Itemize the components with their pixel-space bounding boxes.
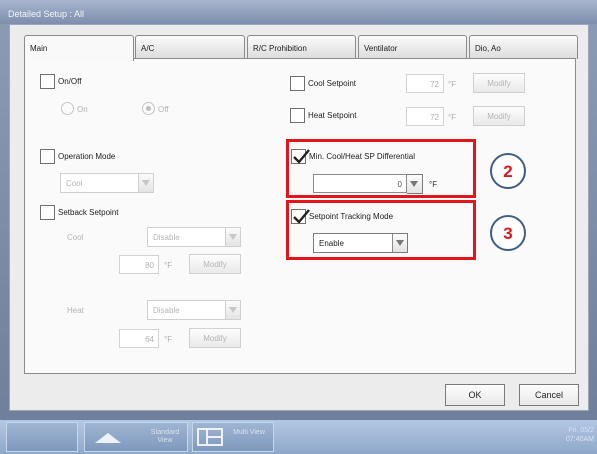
operation-mode-dropdown[interactable]: Cool [60, 173, 154, 193]
chevron-down-icon [138, 174, 153, 192]
cool-setpoint-modify-button[interactable]: Modify [473, 73, 525, 93]
chevron-down-icon [225, 301, 240, 319]
operation-mode-checkbox[interactable] [40, 149, 55, 164]
onoff-label: On/Off [58, 77, 82, 86]
window-title: Detailed Setup : All [0, 0, 597, 24]
setback-heat-unit: °F [164, 335, 173, 344]
radio-off[interactable] [142, 102, 155, 115]
radio-off-label: Off [158, 105, 169, 114]
highlight-box-2 [286, 139, 476, 198]
taskbar: Standard View Multi View Fri. 05/2 07:40… [0, 420, 597, 454]
setback-label: Setback Setpoint [58, 208, 119, 217]
setback-cool-unit: °F [164, 261, 173, 270]
onoff-checkbox[interactable] [40, 74, 55, 89]
tab-ac[interactable]: A/C [135, 35, 245, 59]
operation-mode-value: Cool [66, 179, 83, 188]
cool-setpoint-field[interactable]: 72 [406, 74, 444, 93]
setback-cool-modify-button[interactable]: Modify [189, 254, 241, 274]
cool-setpoint-label: Cool Setpoint [308, 79, 357, 88]
heat-setpoint-checkbox[interactable] [290, 108, 305, 123]
setback-checkbox[interactable] [40, 205, 55, 220]
operation-mode-label: Operation Mode [58, 152, 116, 161]
callout-marker-3: 3 [490, 215, 526, 251]
standard-view-label: Standard View [150, 429, 180, 444]
setback-heat-dropdown[interactable]: Disable [147, 300, 241, 320]
highlight-box-3 [286, 200, 476, 260]
setback-heat-modify-button[interactable]: Modify [189, 328, 241, 348]
cancel-button[interactable]: Cancel [519, 384, 579, 406]
heat-setpoint-label: Heat Setpoint [308, 111, 357, 120]
taskbar-date: Fri. 05/2 [568, 427, 594, 434]
ok-button[interactable]: OK [445, 384, 505, 406]
standard-view-button[interactable]: Standard View [84, 422, 188, 452]
callout-marker-2: 2 [490, 153, 526, 189]
cool-setpoint-checkbox[interactable] [290, 76, 305, 91]
heat-setpoint-field[interactable]: 72 [406, 107, 444, 126]
cool-setpoint-unit: °F [448, 80, 457, 89]
heat-setpoint-modify-button[interactable]: Modify [473, 106, 525, 126]
radio-on-label: On [77, 105, 88, 114]
main-tab-content: On/Off On Off Operation Mode Cool Setbac… [24, 58, 576, 374]
window-frame: Detailed Setup : All Main A/C R/C Prohib… [0, 0, 597, 420]
setback-cool-label: Cool [67, 233, 84, 242]
multi-view-icon [197, 428, 223, 446]
setback-heat-dropdown-value: Disable [153, 306, 180, 315]
setback-heat-field[interactable]: 64 [119, 329, 159, 348]
setback-cool-dropdown[interactable]: Disable [147, 227, 241, 247]
tab-main[interactable]: Main [24, 35, 134, 61]
multi-view-button[interactable]: Multi View [192, 422, 274, 452]
tab-dio-ao[interactable]: Dio, Ao [469, 35, 578, 59]
setback-cool-dropdown-value: Disable [153, 233, 180, 242]
heat-setpoint-unit: °F [448, 113, 457, 122]
tab-rc-prohibition[interactable]: R/C Prohibition [247, 35, 356, 59]
setback-heat-label: Heat [67, 306, 84, 315]
home-button[interactable] [6, 422, 78, 452]
standard-view-icon [95, 433, 121, 443]
radio-on[interactable] [61, 102, 74, 115]
taskbar-time: 07:40AM [565, 436, 594, 443]
chevron-down-icon [225, 228, 240, 246]
settings-panel: Main A/C R/C Prohibition Ventilator Dio,… [9, 24, 589, 411]
setback-cool-field[interactable]: 80 [119, 255, 159, 274]
multi-view-label: Multi View [233, 429, 265, 436]
tab-ventilator[interactable]: Ventilator [358, 35, 467, 59]
